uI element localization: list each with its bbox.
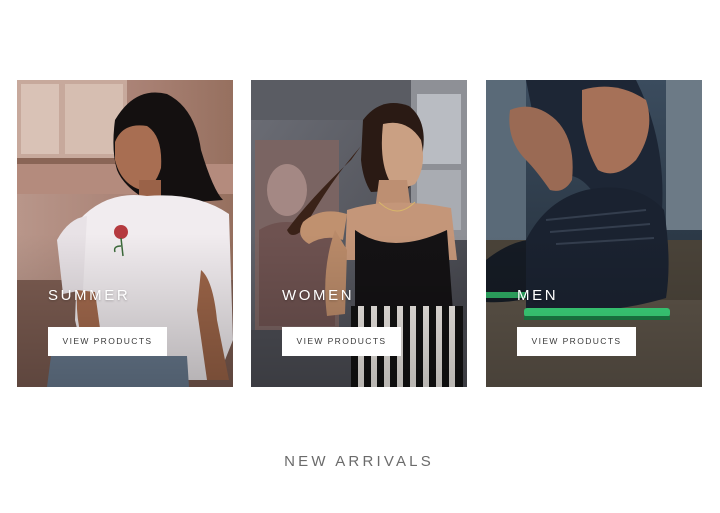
new-arrivals-heading: NEW ARRIVALS — [284, 453, 434, 470]
summer-view-products-button[interactable]: VIEW PRODUCTS — [48, 327, 167, 356]
collection-card-women[interactable]: WOMEN VIEW PRODUCTS — [251, 80, 467, 387]
women-title: WOMEN — [282, 287, 355, 304]
collection-cards: SUMMER VIEW PRODUCTS WOMEN VIEW PRODUCTS… — [17, 80, 702, 387]
men-view-products-button[interactable]: VIEW PRODUCTS — [517, 327, 636, 356]
men-title: MEN — [517, 287, 559, 304]
collection-card-men[interactable]: MEN VIEW PRODUCTS — [486, 80, 702, 387]
collection-card-summer[interactable]: SUMMER VIEW PRODUCTS — [17, 80, 233, 387]
women-view-products-button[interactable]: VIEW PRODUCTS — [282, 327, 401, 356]
page: SUMMER VIEW PRODUCTS WOMEN VIEW PRODUCTS… — [0, 0, 720, 513]
summer-title: SUMMER — [48, 287, 131, 304]
